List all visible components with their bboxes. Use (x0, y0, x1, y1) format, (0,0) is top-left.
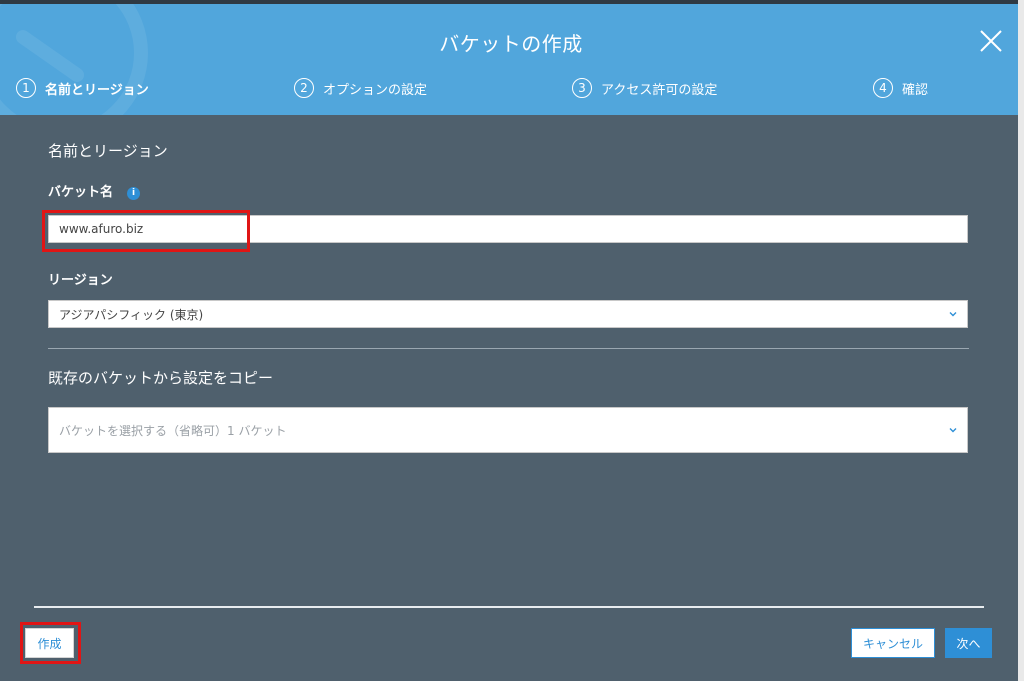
copy-bucket-placeholder: バケットを選択する（省略可）1 バケット (59, 423, 287, 438)
step-permissions[interactable]: 3 アクセス許可の設定 (572, 78, 717, 98)
bucket-name-input[interactable]: www.afuro.biz (48, 215, 968, 243)
step-number: 1 (16, 78, 36, 98)
section-divider (48, 348, 969, 349)
region-label: リージョン (48, 273, 113, 288)
step-label: 確認 (902, 82, 929, 98)
window-edge (1018, 0, 1024, 681)
cancel-button[interactable]: キャンセル (851, 628, 935, 658)
step-label: 名前とリージョン (45, 82, 149, 98)
footer-divider (34, 606, 984, 608)
step-name-region[interactable]: 1 名前とリージョン (16, 78, 149, 98)
step-number: 2 (294, 78, 314, 98)
region-value: アジアパシフィック (東京) (59, 307, 204, 322)
close-icon[interactable] (978, 28, 1004, 54)
dialog-title: バケットの作成 (439, 32, 583, 56)
chevron-down-icon (949, 310, 957, 318)
section-title: 名前とリージョン (48, 142, 168, 160)
create-bucket-dialog: バケットの作成 1 名前とリージョン 2 オプションの設定 3 アクセス許可の設… (0, 0, 1024, 681)
region-select[interactable]: アジアパシフィック (東京) (48, 300, 968, 328)
info-icon[interactable]: i (127, 187, 141, 200)
step-label: オプションの設定 (323, 82, 428, 98)
step-label: アクセス許可の設定 (601, 82, 718, 98)
chevron-down-icon (949, 426, 957, 434)
bucket-name-label-text: バケット名 (48, 185, 114, 200)
step-review[interactable]: 4 確認 (873, 78, 928, 98)
create-button[interactable]: 作成 (25, 628, 74, 658)
dialog-header: バケットの作成 1 名前とリージョン 2 オプションの設定 3 アクセス許可の設… (0, 4, 1022, 115)
step-number: 3 (572, 78, 592, 98)
step-number: 4 (873, 78, 893, 98)
copy-bucket-select[interactable]: バケットを選択する（省略可）1 バケット (48, 407, 968, 453)
step-options[interactable]: 2 オプションの設定 (294, 78, 427, 98)
bucket-name-value: www.afuro.biz (59, 222, 144, 236)
wizard-steps: 1 名前とリージョン 2 オプションの設定 3 アクセス許可の設定 4 確認 (0, 76, 1022, 110)
next-button[interactable]: 次へ (945, 628, 992, 658)
copy-settings-title: 既存のバケットから設定をコピー (48, 369, 274, 387)
dialog-body: 名前とリージョン バケット名 i www.afuro.biz リージョン アジアパ… (0, 115, 1022, 681)
bucket-name-label: バケット名 i (48, 181, 141, 200)
